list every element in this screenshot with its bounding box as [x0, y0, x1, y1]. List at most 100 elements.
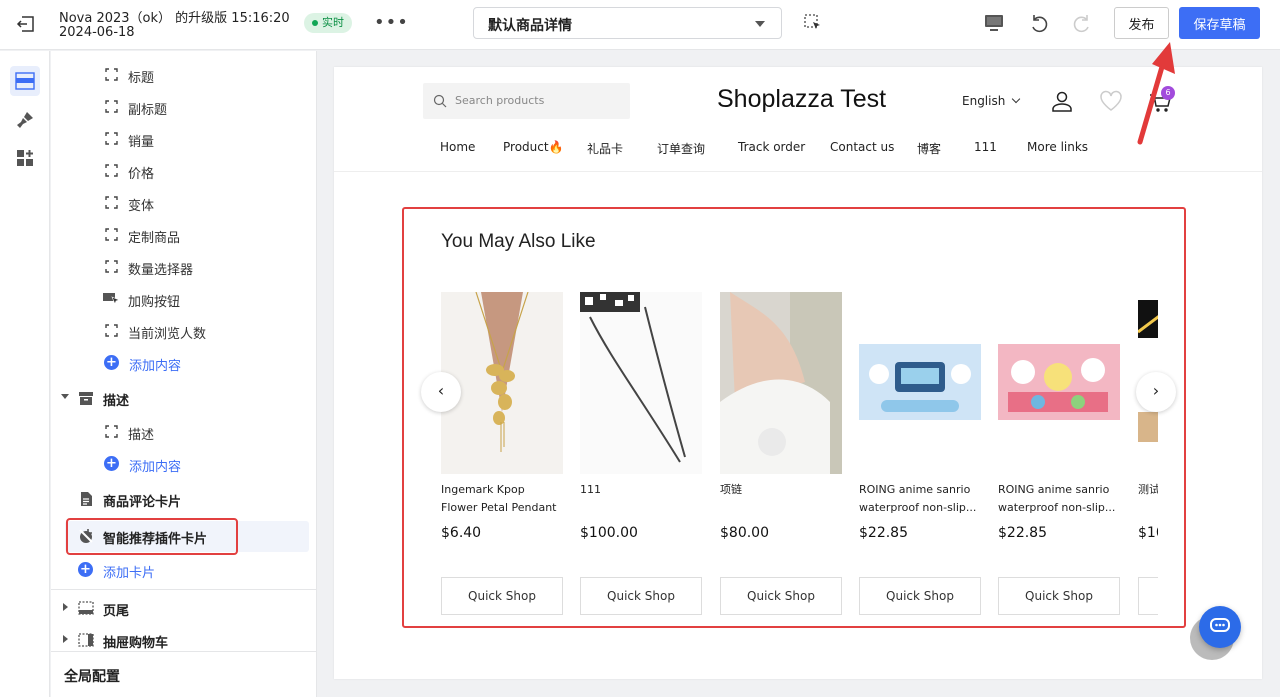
add-content-label: 添加内容 — [129, 359, 182, 374]
add-card-button[interactable]: + 添加卡片 — [51, 557, 316, 583]
brush-icon — [17, 112, 33, 128]
left-icon-rail — [0, 51, 50, 697]
search-placeholder: Search products — [455, 94, 545, 107]
theme-title: Nova 2023（ok） 的升级版 15:16:20 — [59, 11, 290, 26]
chat-bubble-icon — [1210, 618, 1230, 632]
nav-link[interactable]: Home — [440, 140, 475, 154]
document-icon — [81, 492, 92, 506]
block-icon — [105, 100, 118, 113]
nav-link[interactable]: 111 — [974, 140, 997, 154]
section-label: 抽屉购物车 — [103, 636, 169, 651]
top-bar: Nova 2023（ok） 的升级版 15:16:20 2024-06-18 实… — [0, 0, 1280, 50]
section-label: 页尾 — [103, 604, 130, 619]
sidebar-item-price[interactable]: 价格 — [51, 158, 316, 184]
sidebar-item-label: 当前浏览人数 — [128, 327, 207, 342]
chevron-down-icon — [1012, 94, 1021, 104]
sidebar-item-label: 价格 — [128, 167, 155, 182]
annotation-arrow — [1137, 42, 1175, 145]
block-icon — [105, 68, 118, 81]
language-select[interactable]: English — [962, 94, 1021, 108]
sidebar-item-label: 数量选择器 — [128, 263, 194, 278]
add-content-button[interactable]: + 添加内容 — [51, 451, 316, 477]
undo-icon[interactable] — [1028, 12, 1050, 34]
apps-tab[interactable] — [10, 143, 40, 173]
cursor-button-icon — [103, 293, 120, 305]
sections-tab[interactable] — [10, 66, 40, 96]
sidebar-item-title[interactable]: 标题 — [51, 62, 316, 88]
sidebar-item-label: 描述 — [128, 428, 155, 443]
account-icon[interactable] — [1050, 89, 1074, 113]
redo-icon[interactable] — [1071, 12, 1093, 34]
block-icon — [105, 196, 118, 209]
live-badge: 实时 — [304, 13, 352, 33]
apps-icon — [17, 150, 33, 166]
theme-style-tab[interactable] — [10, 105, 40, 135]
sidebar-item-quantity-selector[interactable]: 数量选择器 — [51, 254, 316, 280]
sidebar-item-subtitle[interactable]: 副标题 — [51, 94, 316, 120]
inspect-select-icon[interactable] — [804, 14, 822, 32]
page-template-value: 默认商品详情 — [488, 18, 572, 34]
sidebar-item-variant[interactable]: 变体 — [51, 190, 316, 216]
publish-button[interactable]: 发布 — [1114, 7, 1169, 39]
sidebar-item-label: 标题 — [128, 71, 155, 86]
collapse-icon[interactable] — [61, 394, 69, 399]
chat-button[interactable] — [1199, 606, 1241, 648]
main-navigation: Home Product🔥 礼品卡 订单查询 Track order Conta… — [334, 140, 1262, 160]
nav-link[interactable]: Track order — [738, 140, 805, 154]
sidebar-item-label: 变体 — [128, 199, 155, 214]
wishlist-heart-icon[interactable] — [1099, 90, 1123, 112]
save-draft-button[interactable]: 保存草稿 — [1179, 7, 1260, 39]
sidebar-item-description[interactable]: 描述 — [51, 419, 316, 445]
section-footer[interactable]: 页尾 — [51, 595, 316, 621]
nav-link[interactable]: More links — [1027, 140, 1088, 154]
chevron-down-icon — [755, 21, 765, 27]
store-brand[interactable]: Shoplazza Test — [717, 85, 886, 114]
plus-icon: + — [104, 456, 119, 471]
nav-link[interactable]: Product🔥 — [503, 140, 564, 154]
highlight-box-preview — [402, 207, 1186, 628]
block-icon — [105, 324, 118, 337]
sidebar-item-label: 副标题 — [128, 103, 168, 118]
sidebar-item-label: 加购按钮 — [128, 295, 181, 310]
search-input[interactable]: Search products — [423, 83, 630, 119]
divider — [51, 651, 316, 652]
nav-link[interactable]: 礼品卡 — [587, 140, 623, 157]
sidebar-item-custom-product[interactable]: 定制商品 — [51, 222, 316, 248]
more-options-button[interactable]: ••• — [374, 12, 409, 33]
sidebar-item-add-to-cart[interactable]: 加购按钮 — [51, 286, 316, 312]
section-label: 商品评论卡片 — [103, 495, 182, 510]
expand-icon[interactable] — [63, 603, 68, 611]
add-card-label: 添加卡片 — [103, 566, 156, 581]
highlight-box-sidebar — [66, 518, 238, 555]
sidebar-item-sales[interactable]: 销量 — [51, 126, 316, 152]
section-drawer-cart[interactable]: 抽屉购物车 — [51, 627, 316, 653]
store-preview: Search products Shoplazza Test English 6… — [334, 67, 1262, 679]
search-icon — [433, 94, 447, 108]
theme-date: 2024-06-18 — [59, 25, 135, 40]
block-icon — [105, 260, 118, 273]
divider — [51, 589, 316, 590]
nav-link[interactable]: 订单查询 — [657, 140, 705, 157]
block-icon — [105, 132, 118, 145]
expand-icon[interactable] — [63, 635, 68, 643]
archive-icon — [79, 392, 93, 405]
section-sidebar: 标题 副标题 销量 价格 变体 定制商品 数量选择器 加购按钮 当前浏览人数 +… — [51, 51, 317, 697]
block-icon — [105, 164, 118, 177]
block-icon — [105, 228, 118, 241]
header-divider — [334, 171, 1262, 172]
plus-icon: + — [78, 562, 93, 577]
nav-link[interactable]: 博客 — [917, 140, 941, 157]
section-review-card[interactable]: 商品评论卡片 — [51, 486, 316, 512]
sidebar-item-viewers[interactable]: 当前浏览人数 — [51, 318, 316, 344]
page-template-select[interactable]: 默认商品详情 — [473, 7, 782, 39]
plus-icon: + — [104, 355, 119, 370]
add-content-label: 添加内容 — [129, 460, 182, 475]
global-config-tab[interactable]: 全局配置 — [64, 666, 120, 686]
nav-link[interactable]: Contact us — [830, 140, 894, 154]
sidebar-item-label: 定制商品 — [128, 231, 181, 246]
exit-icon[interactable] — [16, 13, 38, 35]
desktop-view-icon[interactable] — [983, 12, 1005, 34]
add-content-button[interactable]: + 添加内容 — [51, 350, 316, 376]
section-description[interactable]: 描述 — [51, 385, 316, 411]
language-value: English — [962, 94, 1006, 108]
